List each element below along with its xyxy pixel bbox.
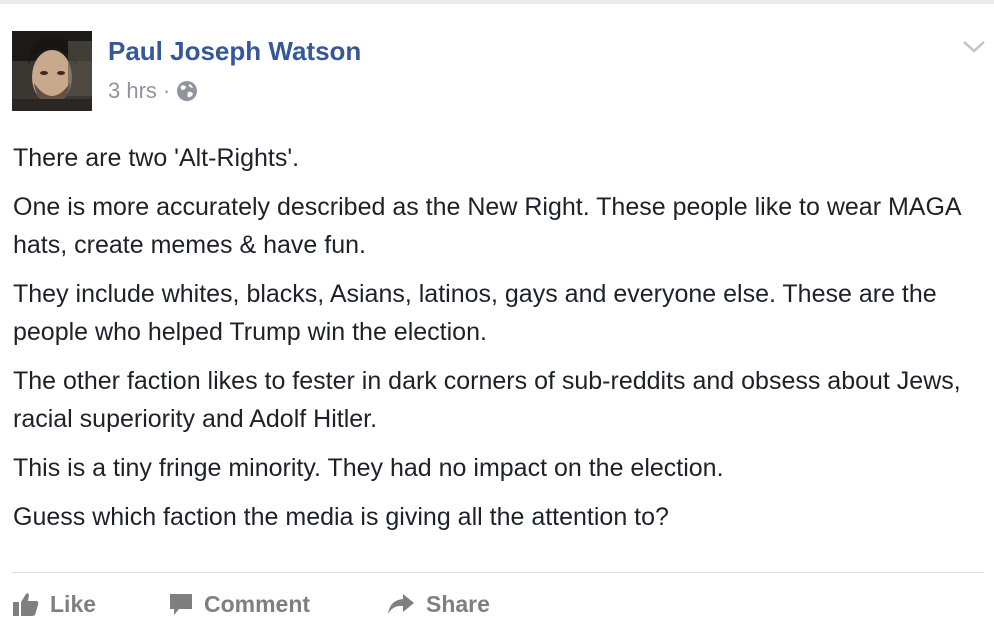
post-paragraph: The other faction likes to fester in dar… xyxy=(13,367,961,433)
thumbs-up-icon xyxy=(13,593,39,616)
like-label: Like xyxy=(50,590,97,617)
profile-photo xyxy=(12,31,92,111)
share-label: Share xyxy=(426,590,490,617)
post-paragraph: One is more accurately described as the … xyxy=(13,193,961,259)
action-bar: Like Comment Share xyxy=(12,584,526,624)
meta-separator: · xyxy=(162,78,171,103)
facebook-post: Paul Joseph Watson 3 hrs · There are two… xyxy=(0,0,994,628)
comment-bubble-icon xyxy=(170,594,192,615)
author-name-link[interactable]: Paul Joseph Watson xyxy=(108,36,361,67)
share-arrow-icon xyxy=(388,594,414,614)
post-timestamp[interactable]: 3 hrs xyxy=(108,78,157,104)
comment-button[interactable]: Comment xyxy=(168,591,386,618)
post-meta: 3 hrs · xyxy=(108,78,198,104)
post-body: There are two 'Alt-Rights'. One is more … xyxy=(13,139,973,547)
comment-label: Comment xyxy=(204,590,311,617)
post-paragraph: They include whites, blacks, Asians, lat… xyxy=(13,280,937,346)
post-paragraph: Guess which faction the media is giving … xyxy=(13,503,669,531)
post-paragraph: There are two 'Alt-Rights'. xyxy=(13,144,300,172)
post-paragraph: This is a tiny fringe minority. They had… xyxy=(13,454,724,482)
share-button[interactable]: Share xyxy=(386,591,526,618)
avatar[interactable] xyxy=(12,31,92,111)
like-button[interactable]: Like xyxy=(12,591,168,618)
chevron-down-icon[interactable] xyxy=(961,36,987,56)
divider xyxy=(12,572,984,573)
globe-icon[interactable] xyxy=(176,80,198,102)
